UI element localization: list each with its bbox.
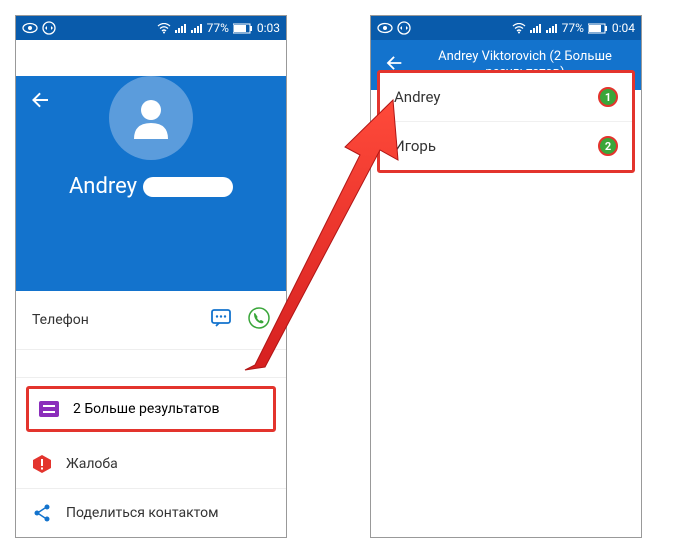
battery-icon (588, 23, 608, 34)
phone-screen-1: 77% 0:03 Andrey Телефон (15, 15, 287, 538)
signal-icon (530, 23, 542, 34)
wifi-icon (512, 23, 526, 34)
spacer (16, 350, 286, 378)
back-button[interactable] (28, 88, 52, 112)
report-button[interactable]: Жалоба (16, 440, 286, 489)
result-name: Andrey (394, 88, 440, 106)
battery-percent: 77% (207, 21, 229, 35)
more-results-label: 2 Больше результатов (73, 401, 219, 417)
contact-name: Andrey (69, 174, 137, 199)
redacted-surname (143, 177, 233, 197)
signal-icon (175, 23, 187, 34)
more-results-button[interactable]: 2 Больше результатов (29, 389, 273, 429)
phone-screen-2: 77% 0:04 Andrey Viktorovich (2 Больше ре… (370, 15, 642, 538)
eye-icon (377, 22, 393, 34)
result-row[interactable]: Игорь 2 (380, 121, 632, 170)
eye-icon (22, 22, 38, 34)
contact-name-row: Andrey (16, 174, 286, 199)
status-bar: 77% 0:03 (16, 16, 286, 40)
list-icon (39, 401, 59, 417)
share-icon (32, 503, 52, 523)
share-button[interactable]: Поделиться контактом (16, 489, 286, 538)
telephone-section: Телефон (16, 291, 286, 350)
teamviewer-icon (42, 21, 56, 35)
highlight-results: Andrey 1 Игорь 2 (377, 70, 635, 173)
highlight-more-results: 2 Больше результатов (26, 386, 276, 432)
avatar (109, 76, 193, 160)
message-icon[interactable] (210, 307, 232, 333)
signal-icon-2 (191, 23, 203, 34)
result-name: Игорь (394, 137, 436, 155)
contact-header: Andrey (16, 76, 286, 291)
clock-time: 0:03 (257, 21, 280, 35)
call-icon[interactable] (248, 307, 270, 333)
wifi-icon (157, 23, 171, 34)
teamviewer-icon (397, 21, 411, 35)
battery-percent: 77% (562, 21, 584, 35)
result-badge-2: 2 (598, 136, 618, 156)
report-icon (32, 454, 52, 474)
result-row[interactable]: Andrey 1 (380, 73, 632, 121)
share-label: Поделиться контактом (66, 505, 218, 521)
result-badge-1: 1 (598, 87, 618, 107)
telephone-label: Телефон (32, 312, 89, 328)
battery-icon (233, 23, 253, 34)
signal-icon-2 (546, 23, 558, 34)
clock-time: 0:04 (612, 21, 635, 35)
status-bar: 77% 0:04 (371, 16, 641, 40)
report-label: Жалоба (66, 456, 118, 472)
